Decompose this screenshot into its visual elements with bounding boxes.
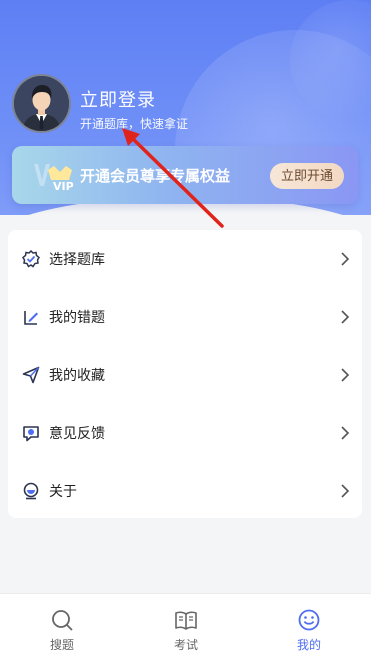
edit-icon: [24, 311, 38, 325]
menu-item-favorites[interactable]: 我的收藏: [8, 346, 362, 404]
tab-label: 我的: [296, 638, 321, 652]
chat-icon: [23, 426, 39, 442]
book-icon: [175, 611, 197, 630]
chevron-right-icon: [341, 310, 350, 324]
vip-promo-text: 开通会员尊享专属权益: [80, 167, 231, 185]
tab-label: 考试: [173, 638, 198, 652]
login-subtitle: 开通题库，快速拿证: [80, 117, 189, 131]
tab-exam[interactable]: 考试: [124, 594, 248, 662]
open-vip-button[interactable]: 立即开通: [270, 163, 344, 189]
badge-check-icon: [22, 250, 40, 268]
menu-item-label: 我的收藏: [49, 368, 105, 384]
tab-mine[interactable]: 我的: [247, 594, 371, 662]
send-icon: [22, 366, 40, 384]
globe-icon: [23, 482, 39, 500]
chevron-right-icon: [341, 368, 350, 382]
menu-item-wrong-questions[interactable]: 我的错题: [8, 288, 362, 346]
vip-badge-icon: VIP: [34, 164, 74, 192]
menu-item-select-bank[interactable]: 选择题库: [8, 230, 362, 288]
menu-item-label: 我的错题: [49, 310, 105, 326]
menu-item-feedback[interactable]: 意见反馈: [8, 404, 362, 462]
vip-badge-text: VIP: [53, 180, 74, 192]
chevron-right-icon: [341, 426, 350, 440]
chevron-right-icon: [341, 252, 350, 266]
menu-item-label: 意见反馈: [49, 426, 105, 442]
vip-promo-card[interactable]: VIP 开通会员尊享专属权益 立即开通: [12, 146, 358, 204]
search-icon: [52, 610, 73, 631]
tab-label: 搜题: [49, 638, 74, 652]
menu-list: 选择题库 我的错题 我的收藏 意见反馈 关于: [8, 230, 362, 518]
menu-item-label: 关于: [49, 484, 77, 500]
login-title[interactable]: 立即登录: [80, 86, 156, 112]
bottom-tab-bar: 搜题 考试 我的: [0, 593, 371, 662]
profile-icon: [298, 609, 320, 631]
menu-item-label: 选择题库: [49, 252, 105, 268]
tab-search[interactable]: 搜题: [0, 594, 124, 662]
menu-item-about[interactable]: 关于: [8, 462, 362, 520]
user-avatar-icon[interactable]: [12, 74, 71, 133]
chevron-right-icon: [341, 484, 350, 498]
